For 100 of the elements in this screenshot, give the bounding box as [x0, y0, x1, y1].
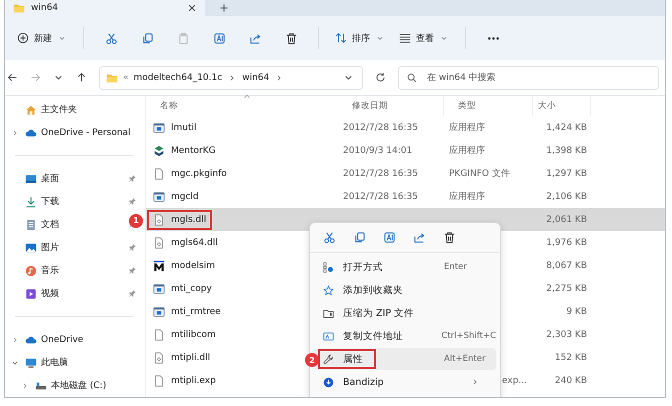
sort-button[interactable]: 排序	[329, 28, 391, 48]
new-tab-icon[interactable]	[219, 3, 229, 13]
type-cell-text: exp...	[500, 376, 528, 386]
sidebar-item[interactable]: 图片	[41, 241, 59, 254]
download-icon	[25, 196, 37, 208]
date-cell: 2012/7/28 16:35	[343, 192, 418, 202]
column-header[interactable]: 类型	[444, 96, 533, 116]
sidebar-item[interactable]: OneDrive - Personal	[41, 128, 131, 138]
file-name[interactable]: mgls.dll	[171, 214, 206, 224]
shortcut-label: Ctrl+Shift+C	[441, 331, 496, 341]
video-icon	[25, 288, 37, 300]
app-window-icon	[153, 282, 165, 294]
refresh-icon[interactable]	[375, 72, 386, 83]
size-cell: 1,424 KB	[546, 122, 587, 132]
copy-icon	[352, 230, 366, 244]
file-name[interactable]: MentorKG	[171, 146, 216, 156]
home-icon	[25, 104, 37, 116]
file-name[interactable]: mgcld	[171, 192, 199, 202]
sort-icon	[335, 32, 347, 44]
highlight-frame: 属性	[318, 349, 376, 369]
file-icon	[153, 168, 165, 180]
computer-icon	[25, 356, 37, 368]
paste-icon	[176, 32, 190, 44]
size-cell: 152 KB	[554, 352, 587, 362]
app-window-icon	[153, 190, 165, 202]
picture-icon	[25, 242, 37, 254]
close-icon[interactable]	[187, 3, 197, 13]
menu-item[interactable]: 复制文件地址 Ctrl+Shift+C	[314, 325, 496, 347]
file-icon	[153, 236, 165, 248]
tab[interactable]: win64	[5, 0, 205, 16]
up-icon[interactable]	[76, 72, 87, 83]
file-name[interactable]: lmutil	[171, 122, 197, 132]
search-icon	[406, 72, 418, 84]
file-name[interactable]: modelsim	[171, 260, 215, 270]
file-name[interactable]: mtipli.dll	[171, 352, 210, 362]
folder-icon	[106, 72, 118, 84]
size-cell: 8,067 KB	[546, 260, 587, 270]
file-name[interactable]: mtipli.exp	[171, 376, 216, 386]
size-cell: 2,275 KB	[546, 284, 587, 294]
sidebar-item[interactable]: 视频	[41, 287, 59, 300]
overflow-crumb[interactable]: «	[123, 72, 129, 82]
sidebar-item[interactable]: OneDrive	[41, 334, 84, 344]
menu-item[interactable]: 打开方式 Enter	[314, 256, 496, 278]
column-header[interactable]: 大小	[533, 96, 591, 116]
file-name[interactable]: mgls64.dll	[171, 238, 218, 248]
breadcrumb[interactable]: win64	[242, 72, 270, 82]
date-cell: 2012/7/28 16:35	[343, 122, 418, 132]
type-cell: 应用程序	[449, 192, 485, 202]
file-icon	[153, 352, 165, 364]
sidebar-item[interactable]: 此电脑	[41, 356, 68, 369]
size-cell: 2,106 KB	[546, 192, 587, 202]
menu-item[interactable]: Bandizip	[314, 371, 496, 393]
sidebar-item[interactable]: 桌面	[41, 172, 59, 185]
address-bar[interactable]: « modeltech64_10.1c win64	[99, 66, 363, 90]
date-cell: 2010/9/3 14:01	[343, 146, 412, 156]
sidebar-item[interactable]: 主文件夹	[41, 103, 77, 116]
back-icon[interactable]	[7, 72, 18, 83]
share-icon	[248, 32, 262, 44]
sidebar-item[interactable]: 文档	[41, 218, 59, 231]
download-circle-icon	[323, 376, 334, 388]
trash-icon	[284, 32, 298, 44]
type-cell: 应用程序	[449, 146, 485, 156]
size-cell: 240 KB	[554, 376, 587, 386]
sidebar-item[interactable]: 音乐	[41, 264, 59, 277]
menu-item[interactable]: 属性 Alt+Enter	[314, 348, 496, 370]
search-field[interactable]: 在 win64 中搜索	[398, 66, 659, 90]
letter-m-icon	[153, 260, 165, 272]
shortcut-label: Alt+Enter	[444, 354, 486, 364]
sidebar-item[interactable]: 本地磁盘 (C:)	[51, 379, 106, 392]
size-cell: 2,061 KB	[546, 214, 587, 224]
file-name[interactable]: mgc.pkginfo	[171, 168, 227, 178]
cloud-icon	[25, 126, 37, 138]
app-window-icon	[153, 306, 165, 318]
file-icon	[153, 374, 165, 386]
size-cell: 1,297 KB	[546, 168, 587, 178]
app-window-icon	[153, 122, 165, 134]
rename-icon	[212, 32, 226, 44]
date-cell: 2012/7/28 16:35	[343, 168, 418, 178]
shortcut-label: Enter	[444, 262, 467, 272]
breadcrumb[interactable]: modeltech64_10.1c	[134, 72, 222, 82]
column-header[interactable]: 名称	[146, 96, 338, 116]
file-name[interactable]: mti_copy	[171, 284, 212, 294]
folder-icon	[13, 2, 25, 14]
new-button[interactable]: 新建	[11, 28, 73, 48]
file-name[interactable]: mtilibcom	[171, 330, 216, 340]
rename-icon	[382, 230, 396, 244]
step-badge: 2	[305, 353, 319, 367]
column-header[interactable]: 修改日期	[338, 96, 444, 116]
menu-item[interactable]: 压缩为 ZIP 文件	[314, 302, 496, 324]
cut-icon	[104, 32, 118, 44]
menu-item[interactable]: 添加到收藏夹	[314, 279, 496, 301]
view-button[interactable]: 查看	[393, 28, 455, 48]
plus-circle-icon	[17, 32, 29, 44]
star-icon	[323, 284, 334, 296]
sidebar-item[interactable]: 下载	[41, 195, 59, 208]
size-cell: 1,976 KB	[546, 238, 587, 248]
cloud-icon	[25, 334, 37, 346]
file-name[interactable]: mti_rmtree	[171, 306, 221, 316]
size-cell: 2,303 KB	[546, 330, 587, 340]
size-cell: 1,398 KB	[546, 146, 587, 156]
